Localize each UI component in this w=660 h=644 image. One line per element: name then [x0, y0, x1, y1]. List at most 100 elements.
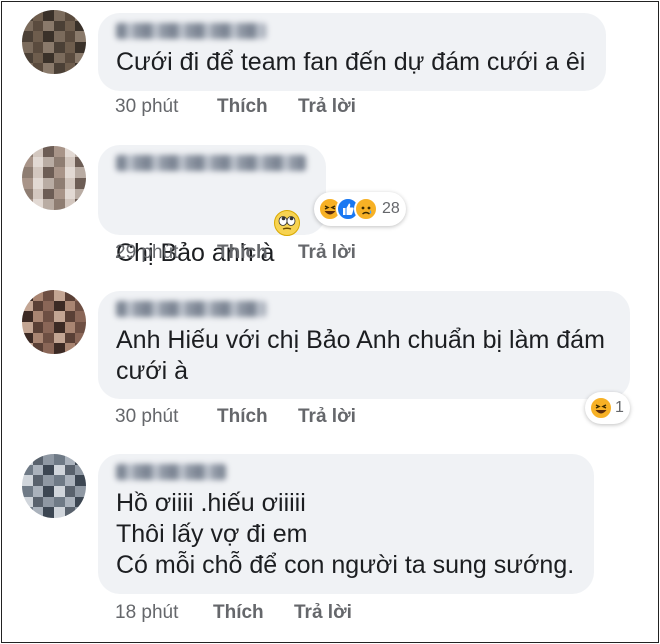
avatar-pixel: [22, 311, 33, 322]
avatar-pixel: [43, 167, 54, 178]
avatar-pixel: [22, 188, 33, 200]
avatar-pixel: [43, 52, 54, 64]
avatar-pixel: [43, 496, 54, 508]
avatar-pixel: [64, 475, 76, 486]
avatar-pixel: [64, 52, 76, 64]
avatar-pixel: [64, 188, 76, 200]
avatar-pixel: [22, 20, 33, 32]
avatar-pixel: [32, 343, 44, 354]
avatar-pixel: [32, 199, 44, 210]
avatar-pixel: [22, 63, 33, 74]
reply-button[interactable]: Trả lời: [298, 96, 356, 118]
avatar-pixel: [64, 178, 76, 189]
avatar-pixel: [43, 31, 54, 42]
avatar-pixel: [64, 31, 76, 42]
avatar-pixel: [64, 343, 76, 354]
avatar[interactable]: [22, 290, 86, 354]
avatar-pixel: [54, 311, 65, 322]
avatar-pixel: [22, 300, 33, 312]
avatar-pixel: [75, 290, 86, 301]
avatar-pixel: [43, 322, 54, 333]
avatar-pixel: [32, 311, 44, 322]
avatar-pixel: [43, 42, 54, 53]
avatar-pixel: [75, 300, 86, 312]
avatar[interactable]: [22, 10, 86, 74]
avatar-pixel: [75, 322, 86, 333]
avatar-pixel: [54, 178, 65, 189]
avatar-pixel: [64, 486, 76, 497]
avatar[interactable]: [22, 146, 86, 210]
avatar-pixel: [75, 10, 86, 21]
avatar-pixel: [75, 454, 86, 465]
avatar-pixel: [64, 332, 76, 344]
avatar-pixel: [64, 20, 76, 32]
comment-text: Hồ ơiiii .hiếu ơiiiii Thôi lấy vợ đi em …: [116, 489, 575, 579]
reaction-summary[interactable]: 1: [585, 392, 630, 424]
reaction-count: 1: [615, 399, 624, 416]
avatar[interactable]: [22, 454, 86, 518]
avatar-pixel: [43, 156, 54, 168]
commenter-name-redacted[interactable]: [116, 23, 266, 39]
commenter-name-redacted[interactable]: [116, 464, 226, 480]
avatar-pixel: [75, 311, 86, 322]
avatar-pixel: [75, 188, 86, 200]
avatar-pixel: [64, 496, 76, 508]
avatar-pixel: [54, 290, 65, 301]
comment-time[interactable]: 30 phút: [115, 96, 178, 118]
comment-time[interactable]: 30 phút: [115, 406, 178, 428]
avatar-pixel: [43, 475, 54, 486]
comment-text: Anh Hiếu với chị Bảo Anh chuẩn bị làm đá…: [116, 326, 605, 385]
like-button[interactable]: Thích: [217, 96, 268, 118]
avatar-pixel: [54, 507, 65, 518]
comment-time[interactable]: 29 phút: [115, 242, 178, 264]
avatar-pixel: [32, 178, 44, 189]
comment-bubble: Cưới đi để team fan đến dự đám cưới a êi: [98, 13, 606, 91]
avatar-pixel: [22, 290, 33, 301]
avatar-pixel: [64, 167, 76, 178]
avatar-pixel: [75, 507, 86, 518]
avatar-pixel: [32, 507, 44, 518]
avatar-pixel: [75, 464, 86, 476]
avatar-pixel: [32, 20, 44, 32]
avatar-pixel: [32, 52, 44, 64]
commenter-name-redacted[interactable]: [116, 155, 306, 171]
commenter-name-redacted[interactable]: [116, 301, 266, 317]
reaction-summary[interactable]: 28: [314, 192, 406, 226]
like-button[interactable]: Thích: [217, 406, 268, 428]
avatar-pixel: [64, 464, 76, 476]
avatar-pixel: [75, 63, 86, 74]
avatar-pixel: [22, 343, 33, 354]
avatar-pixel: [22, 496, 33, 508]
avatar-pixel: [64, 199, 76, 210]
avatar-pixel: [43, 486, 54, 497]
avatar-pixel: [32, 332, 44, 344]
reply-button[interactable]: Trả lời: [298, 406, 356, 428]
like-button[interactable]: Thích: [217, 242, 268, 264]
avatar-pixel: [43, 300, 54, 312]
avatar-pixel: [75, 475, 86, 486]
avatar-pixel: [54, 496, 65, 508]
avatar-pixel: [43, 454, 54, 465]
avatar-pixel: [43, 507, 54, 518]
avatar-pixel: [64, 300, 76, 312]
avatar-pixel: [43, 178, 54, 189]
reaction-count: 28: [382, 200, 400, 217]
reply-button[interactable]: Trả lời: [294, 602, 352, 624]
comment-time[interactable]: 18 phút: [115, 602, 178, 624]
avatar-pixel: [75, 31, 86, 42]
avatar-pixel: [75, 199, 86, 210]
avatar-pixel: [32, 300, 44, 312]
avatar-pixel: [54, 343, 65, 354]
avatar-pixel: [22, 475, 33, 486]
avatar-pixel: [32, 156, 44, 168]
like-button[interactable]: Thích: [213, 602, 264, 624]
haha-reaction-icon: [589, 396, 613, 420]
avatar-pixel: [32, 42, 44, 53]
avatar-pixel: [54, 486, 65, 497]
avatar-pixel: [43, 188, 54, 200]
avatar-pixel: [54, 42, 65, 53]
avatar-pixel: [32, 188, 44, 200]
reply-button[interactable]: Trả lời: [298, 242, 356, 264]
avatar-pixel: [32, 475, 44, 486]
avatar-pixel: [22, 52, 33, 64]
